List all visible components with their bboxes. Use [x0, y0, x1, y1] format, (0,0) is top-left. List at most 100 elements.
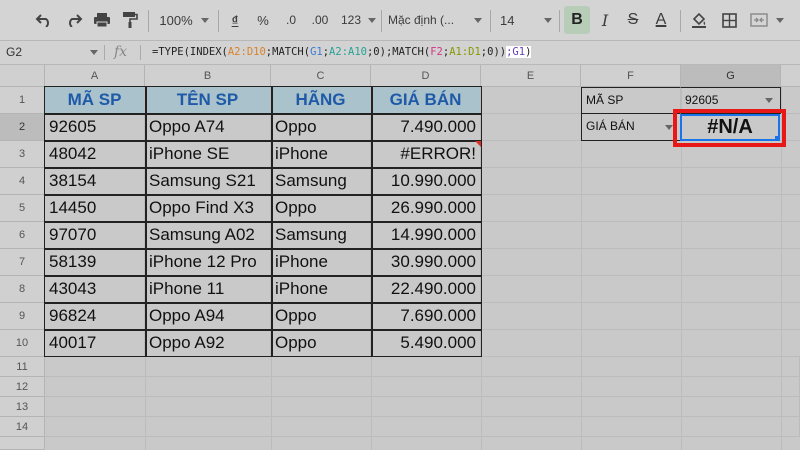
row-header-13[interactable]: 13	[0, 397, 45, 417]
table-cell[interactable]: 43043	[45, 276, 145, 303]
header-cell-ten-sp[interactable]: TÊN SP	[145, 87, 271, 114]
table-cell[interactable]: Oppo	[271, 114, 371, 141]
table-cell[interactable]: Oppo A94	[145, 303, 271, 330]
row-header-11[interactable]: 11	[0, 357, 45, 377]
table-cell[interactable]: iPhone	[271, 249, 371, 276]
table-cell[interactable]: 38154	[45, 168, 145, 195]
currency-button[interactable]: ₫	[222, 0, 248, 40]
row-header-14[interactable]: 14	[0, 417, 45, 437]
name-box[interactable]: G2	[6, 41, 22, 64]
row-header-12[interactable]: 12	[0, 377, 45, 397]
formula-part: ;0);MATCH(	[366, 46, 431, 58]
header-cell-ma-sp[interactable]: MÃ SP	[45, 87, 145, 114]
table-cell[interactable]: 92605	[45, 114, 145, 141]
row-header-1[interactable]: 1	[0, 87, 45, 114]
table-cell[interactable]: 14.990.000	[371, 222, 481, 249]
table-cell[interactable]: iPhone 11	[145, 276, 271, 303]
column-header-e[interactable]: E	[481, 65, 581, 87]
table-cell[interactable]: 40017	[45, 330, 145, 357]
spreadsheet-grid: A B C D E F G 1 2 3 4 5 6 7 8 9 10 11 12…	[0, 65, 800, 450]
table-cell[interactable]: Oppo A92	[145, 330, 271, 357]
table-cell[interactable]: Oppo	[271, 195, 371, 222]
table-cell[interactable]: 22.490.000	[371, 276, 481, 303]
column-header-f[interactable]: F	[581, 65, 681, 87]
dropdown-arrow-icon[interactable]	[665, 125, 673, 130]
table-cell[interactable]: Oppo Find X3	[145, 195, 271, 222]
row-header-8[interactable]: 8	[0, 276, 45, 303]
decrease-decimal-button[interactable]: .0	[278, 0, 304, 40]
column-header-c[interactable]: C	[271, 65, 371, 87]
table-cell[interactable]: 7.490.000	[371, 114, 481, 141]
paint-format-icon[interactable]	[116, 0, 144, 40]
percent-button[interactable]: %	[250, 0, 276, 40]
zoom-select[interactable]: 100%	[152, 0, 200, 40]
row-header-10[interactable]: 10	[0, 330, 45, 357]
table-cell[interactable]: Oppo	[271, 330, 371, 357]
selected-cell-g2[interactable]: #N/A	[680, 114, 780, 141]
formula-ref: F2	[430, 46, 443, 58]
error-flag-icon[interactable]	[475, 141, 481, 147]
merge-cells-icon[interactable]	[746, 0, 772, 40]
undo-icon[interactable]	[30, 0, 58, 40]
table-cell[interactable]: 10.990.000	[371, 168, 481, 195]
table-cell[interactable]: 97070	[45, 222, 145, 249]
table-cell[interactable]: Samsung A02	[145, 222, 271, 249]
row-header-6[interactable]: 6	[0, 222, 45, 249]
column-header-d[interactable]: D	[371, 65, 481, 87]
fill-color-icon[interactable]	[686, 0, 712, 40]
number-format-button[interactable]: 123	[334, 0, 368, 40]
table-cell[interactable]: iPhone	[271, 141, 371, 168]
formula-part: ;0))	[480, 46, 507, 58]
table-cell[interactable]: iPhone	[271, 276, 371, 303]
row-header-overflow	[0, 437, 45, 450]
row-header-5[interactable]: 5	[0, 195, 45, 222]
row-header-3[interactable]: 3	[0, 141, 45, 168]
row-header-7[interactable]: 7	[0, 249, 45, 276]
chevron-down-icon	[90, 50, 98, 55]
dropdown-arrow-icon[interactable]	[765, 98, 773, 103]
table-cell[interactable]: 14450	[45, 195, 145, 222]
select-all-corner[interactable]	[0, 65, 45, 87]
table-cell[interactable]: 26.990.000	[371, 195, 481, 222]
formula-part: )	[525, 46, 532, 58]
chevron-down-icon	[201, 18, 209, 23]
font-size-select[interactable]: 14	[496, 0, 540, 40]
table-cell[interactable]: Samsung	[271, 222, 371, 249]
lookup-label-ma-sp[interactable]: MÃ SP	[581, 87, 681, 114]
italic-button[interactable]: I	[592, 0, 618, 40]
empty-row	[45, 417, 800, 437]
text-color-button[interactable]: A	[648, 0, 674, 40]
chevron-down-icon	[368, 18, 376, 23]
column-header-a[interactable]: A	[45, 65, 145, 87]
table-cell[interactable]: Samsung S21	[145, 168, 271, 195]
table-cell[interactable]: 5.490.000	[371, 330, 481, 357]
bold-button[interactable]: B	[564, 6, 590, 34]
table-cell[interactable]: 96824	[45, 303, 145, 330]
error-cell[interactable]: #ERROR!	[371, 141, 481, 168]
column-header-g[interactable]: G	[681, 65, 781, 87]
table-cell[interactable]: Oppo	[271, 303, 371, 330]
fill-handle[interactable]	[775, 136, 780, 141]
print-icon[interactable]	[88, 0, 116, 40]
borders-icon[interactable]	[716, 0, 742, 40]
table-cell[interactable]: Samsung	[271, 168, 371, 195]
row-header-4[interactable]: 4	[0, 168, 45, 195]
increase-decimal-button[interactable]: .00	[306, 0, 334, 40]
row-header-2[interactable]: 2	[0, 114, 45, 141]
redo-icon[interactable]	[60, 0, 88, 40]
row-header-9[interactable]: 9	[0, 303, 45, 330]
table-cell[interactable]: iPhone SE	[145, 141, 271, 168]
table-cell[interactable]: 7.690.000	[371, 303, 481, 330]
column-header-b[interactable]: B	[145, 65, 271, 87]
table-cell[interactable]: iPhone 12 Pro	[145, 249, 271, 276]
table-cell[interactable]: 48042	[45, 141, 145, 168]
strikethrough-button[interactable]: S	[620, 0, 646, 40]
table-cell[interactable]: 30.990.000	[371, 249, 481, 276]
header-cell-hang[interactable]: HÃNG	[271, 87, 371, 114]
formula-input[interactable]: =TYPE(INDEX(A2:D10;MATCH(G1;A2:A10;0);MA…	[152, 41, 532, 64]
header-cell-gia-ban[interactable]: GIÁ BÁN	[371, 87, 481, 114]
font-family-select[interactable]: Mặc định (...	[388, 0, 472, 40]
toolbar: 100% ₫ % .0 .00 123 Mặc định (... 14 B I…	[0, 0, 800, 40]
table-cell[interactable]: Oppo A74	[145, 114, 271, 141]
table-cell[interactable]: 58139	[45, 249, 145, 276]
